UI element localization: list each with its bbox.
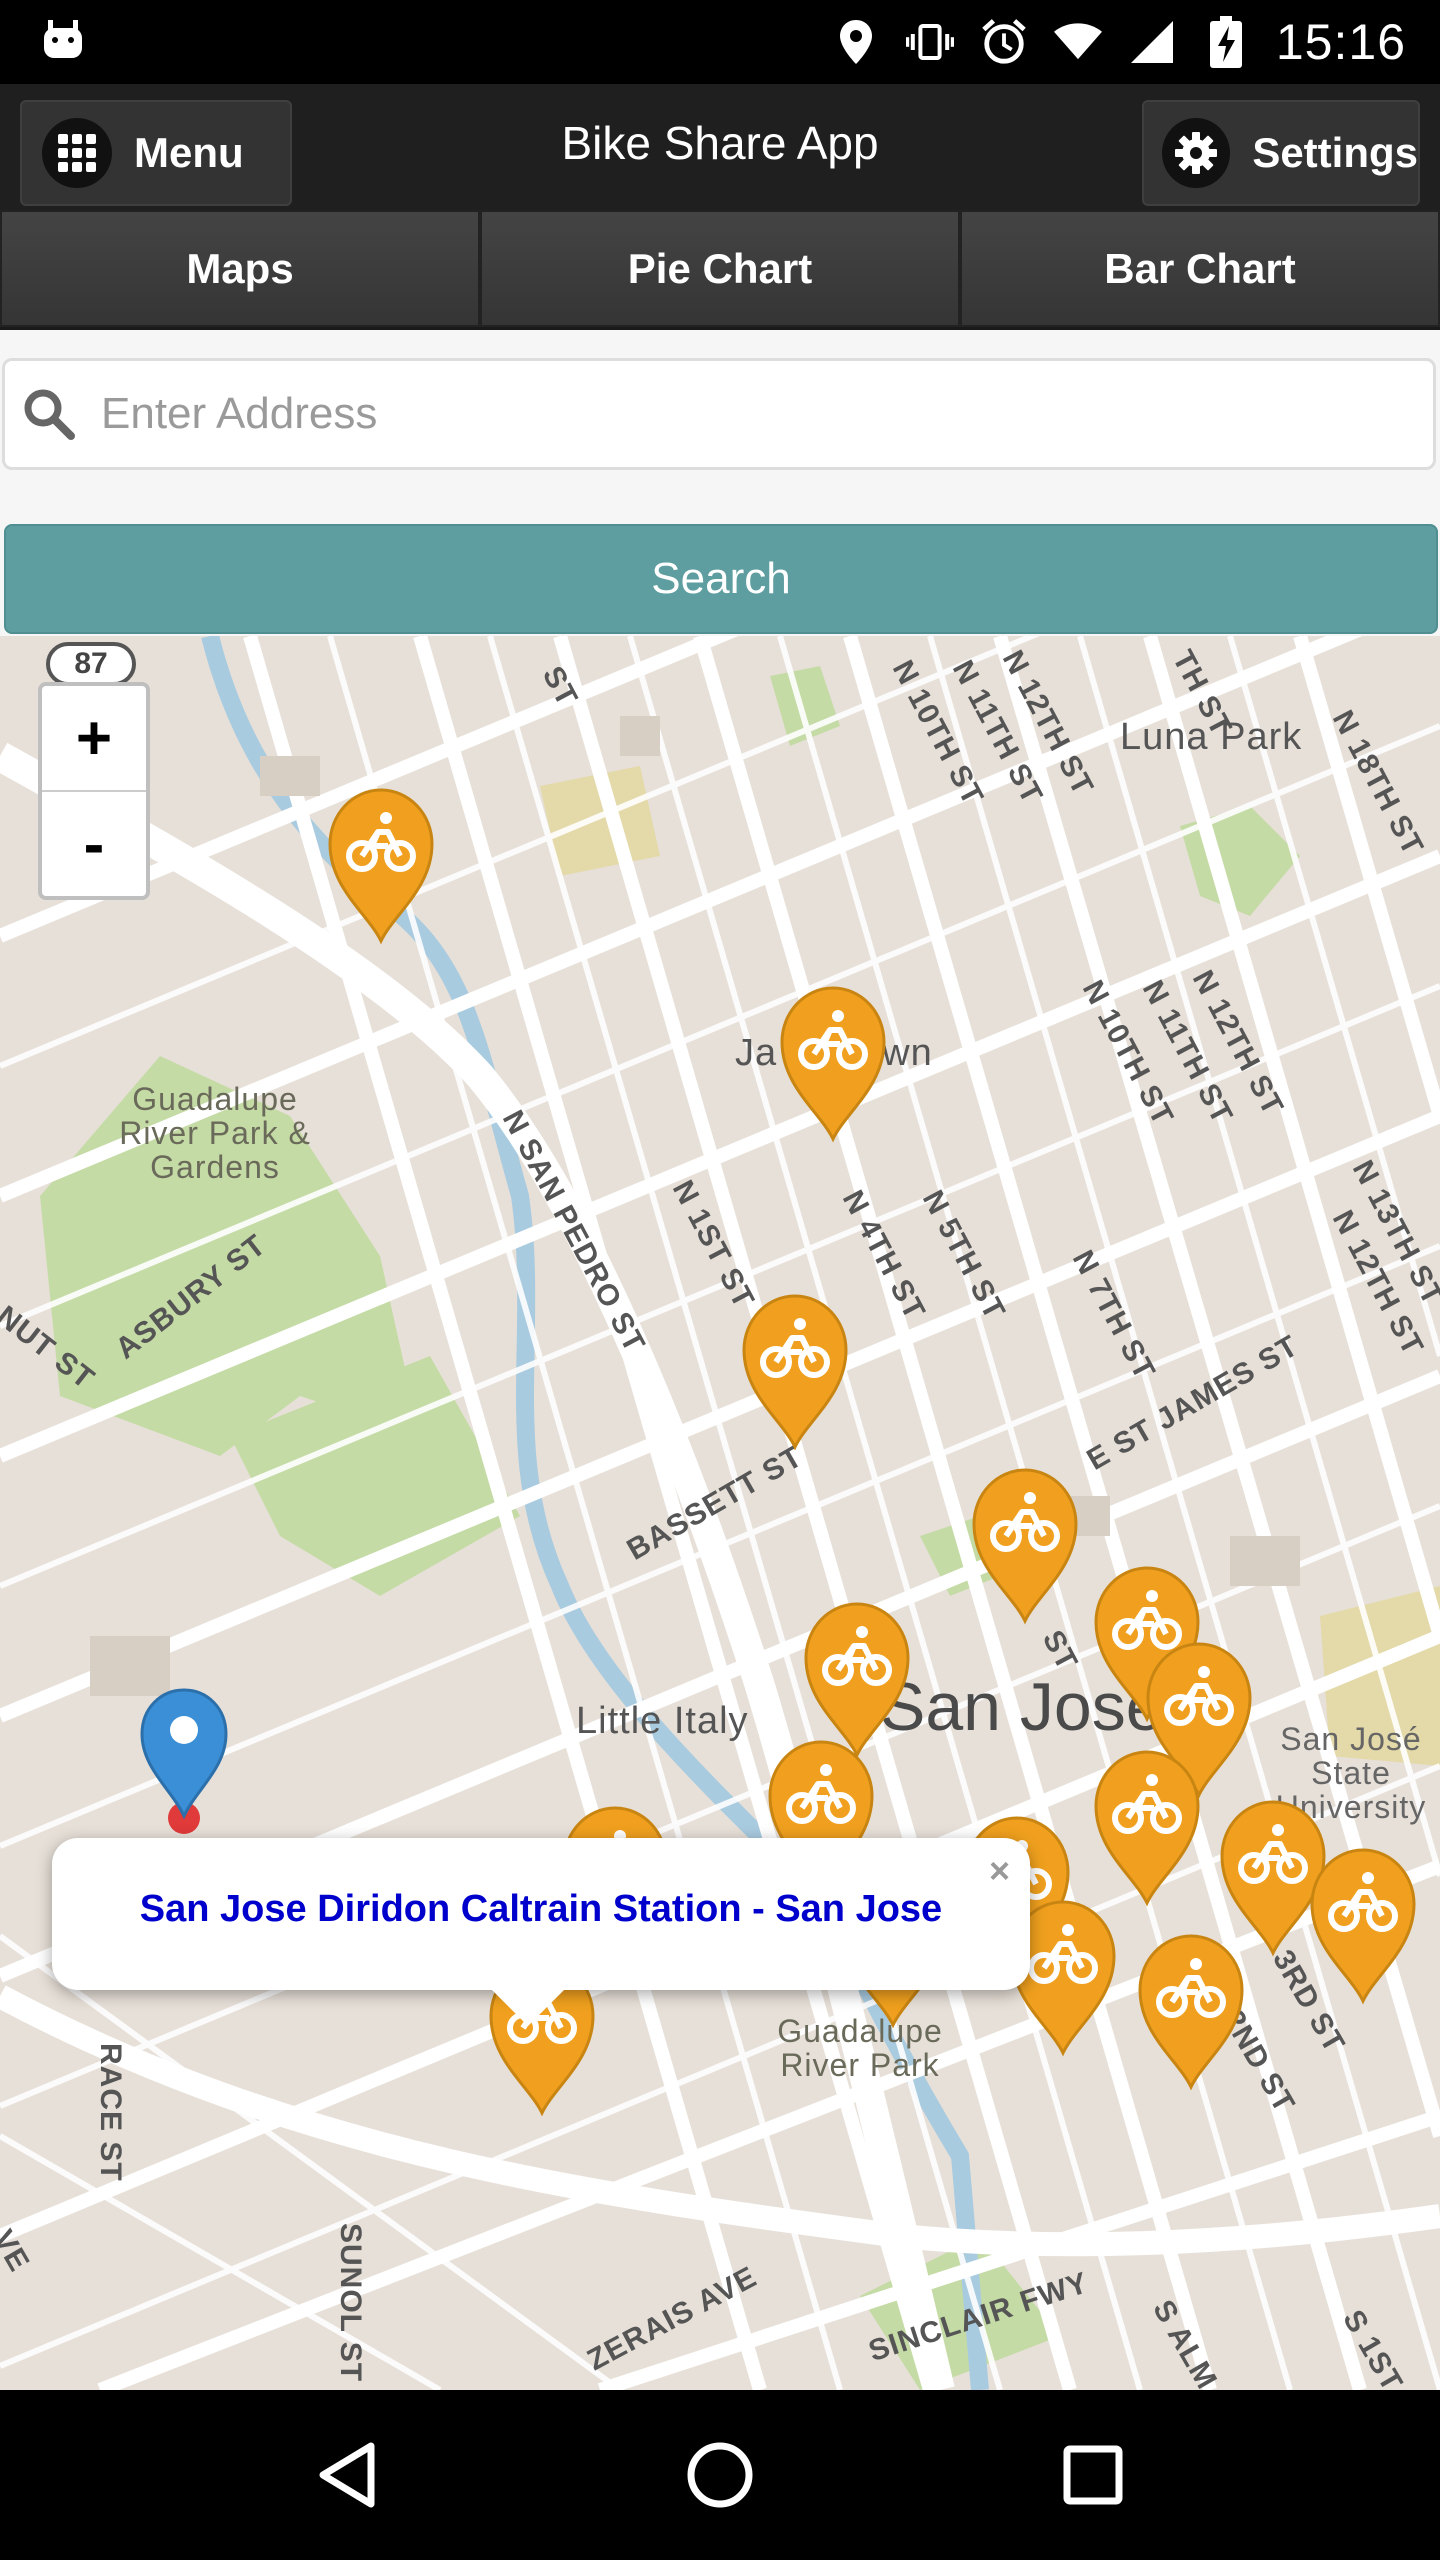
status-bar: 15:16 (0, 0, 1440, 84)
search-button[interactable]: Search (4, 524, 1438, 634)
settings-label: Settings (1252, 129, 1418, 176)
zoom-in-button[interactable]: + (42, 686, 146, 792)
station-popup: × San Jose Diridon Caltrain Station - Sa… (52, 1838, 1030, 1990)
zoom-control: + - (38, 682, 150, 900)
tab-maps[interactable]: Maps (0, 210, 480, 327)
search-icon (24, 389, 75, 440)
zoom-out-button[interactable]: - (42, 792, 146, 896)
bike-station-marker[interactable] (802, 1600, 912, 1760)
wifi-icon (1053, 18, 1102, 66)
map-label-sunol-st: SUNOL ST (334, 2223, 367, 2383)
tab-pie-chart[interactable]: Pie Chart (480, 210, 960, 327)
android-notification-icon (40, 18, 86, 64)
app-header: Menu Bike Share App Settings (0, 84, 1440, 210)
map-label-guadalupe-gardens: Guadalupe River Park & Gardens (119, 1081, 311, 1185)
address-input[interactable] (99, 388, 1403, 440)
signal-icon (1128, 18, 1176, 66)
map-label-japantown-left: Ja (735, 1032, 778, 1074)
popup-station-link[interactable]: San Jose Diridon Caltrain Station - San … (52, 1888, 1030, 1931)
android-nav-bar (0, 2390, 1440, 2560)
bike-station-marker[interactable] (778, 984, 888, 1144)
search-area: Search (0, 330, 1440, 636)
tab-bar: Maps Pie Chart Bar Chart (0, 210, 1440, 330)
recents-icon[interactable] (1048, 2430, 1138, 2520)
highway-shield: 87 (46, 642, 136, 686)
bike-station-marker[interactable] (1136, 1932, 1246, 2092)
popup-tip (488, 1986, 568, 2026)
tab-bar-chart[interactable]: Bar Chart (960, 210, 1440, 327)
bike-station-marker[interactable] (1092, 1748, 1202, 1908)
back-icon[interactable] (302, 2430, 392, 2520)
location-icon (832, 18, 880, 66)
popup-close-button[interactable]: × (989, 1850, 1010, 1892)
map-label-little-italy: Little Italy (576, 1700, 749, 1742)
alarm-icon (980, 18, 1028, 66)
map[interactable]: 87 + - Luna Park Ja own Guadalupe River … (0, 636, 1440, 2390)
bike-station-marker[interactable] (326, 786, 436, 946)
settings-button[interactable]: Settings (1142, 100, 1420, 206)
location-pin-icon[interactable] (136, 1686, 236, 1836)
address-search-box (2, 358, 1436, 470)
battery-charging-icon (1202, 16, 1250, 68)
bike-station-marker[interactable] (740, 1292, 850, 1452)
home-icon[interactable] (675, 2430, 765, 2520)
bike-station-marker[interactable] (1308, 1846, 1418, 2006)
vibrate-icon (905, 18, 954, 66)
status-time: 15:16 (1275, 14, 1406, 70)
gear-icon (1162, 118, 1231, 188)
bike-station-marker[interactable] (970, 1466, 1080, 1626)
map-label-race-st: RACE ST (94, 2043, 127, 2182)
